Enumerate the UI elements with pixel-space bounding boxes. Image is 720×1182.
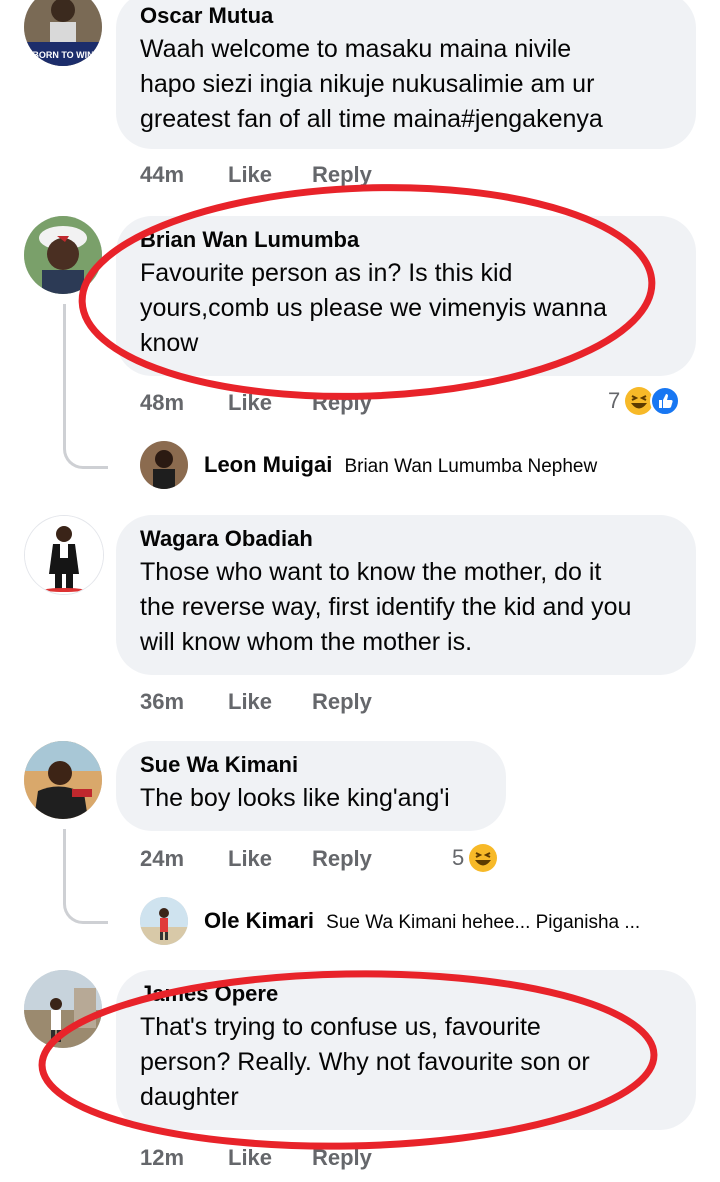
comment-text: Those who want to know the mother, do it… — [140, 555, 672, 660]
comment-line: person? Really. Why not favourite son or — [140, 1048, 590, 1076]
comment-bubble-brian-wan-lumumba: Brian Wan Lumumba Favourite person as in… — [116, 216, 696, 376]
reply-text: Sue Wa Kimani hehee... Piganisha ... — [326, 912, 641, 933]
comment-bubble-sue-wa-kimani: Sue Wa Kimani The boy looks like king'an… — [116, 741, 506, 831]
comment-author[interactable]: Oscar Mutua — [140, 2, 672, 30]
comment-bubble-oscar-mutua: Oscar Mutua Waah welcome to masaku maina… — [116, 0, 696, 149]
reply-preview-leon-muigai[interactable]: Leon Muigai Brian Wan Lumumba Nephew — [204, 450, 597, 480]
reply-button[interactable]: Reply — [312, 388, 372, 418]
avatar-james-opere[interactable] — [24, 970, 102, 1048]
comment-line: The boy looks like king'ang'i — [140, 784, 450, 812]
reply-button[interactable]: Reply — [312, 844, 372, 874]
like-icon — [650, 386, 681, 416]
reply-button[interactable]: Reply — [312, 1143, 372, 1173]
comment-line: the reverse way, first identify the kid … — [140, 593, 632, 621]
reply-preview-ole-kimari[interactable]: Ole Kimari Sue Wa Kimani hehee... Pigani… — [204, 906, 640, 936]
avatar-sue-wa-kimani[interactable] — [24, 741, 102, 819]
comment-line: yours,comb us please we vimenyis wanna — [140, 294, 607, 322]
comment-timestamp[interactable]: 36m — [140, 687, 184, 717]
like-button[interactable]: Like — [228, 160, 272, 190]
avatar-ole-kimari[interactable] — [140, 897, 188, 945]
reply-button[interactable]: Reply — [312, 687, 372, 717]
comment-timestamp[interactable]: 24m — [140, 844, 184, 874]
reaction-count: 7 — [608, 388, 621, 413]
reaction-summary[interactable]: 5 — [452, 841, 498, 875]
comment-line: will know whom the mother is. — [140, 628, 473, 656]
comment-line: greatest fan of all time maina#jengakeny… — [140, 105, 603, 133]
reply-thread-line — [63, 304, 108, 469]
comment-author[interactable]: Wagara Obadiah — [140, 525, 672, 553]
avatar-brian-wan-lumumba[interactable] — [24, 216, 102, 294]
like-button[interactable]: Like — [228, 844, 272, 874]
reply-author: Leon Muigai — [204, 452, 333, 477]
avatar-leon-muigai[interactable] — [140, 441, 188, 489]
comment-author[interactable]: Brian Wan Lumumba — [140, 226, 672, 254]
comment-text: That's trying to confuse us, favourite p… — [140, 1010, 672, 1115]
reply-button[interactable]: Reply — [312, 160, 372, 190]
avatar-oscar-mutua[interactable]: BORN TO WIN — [24, 0, 102, 66]
like-button[interactable]: Like — [228, 388, 272, 418]
comment-timestamp[interactable]: 48m — [140, 388, 184, 418]
comment-author[interactable]: Sue Wa Kimani — [140, 751, 482, 779]
comment-actions: 24m Like Reply — [140, 844, 440, 874]
reaction-count: 5 — [452, 845, 465, 870]
comment-line: know — [140, 329, 199, 357]
comment-actions: 48m Like Reply — [140, 388, 440, 418]
comment-bubble-james-opere: James Opere That's trying to confuse us,… — [116, 970, 696, 1130]
comment-actions: 12m Like Reply — [140, 1143, 440, 1173]
comment-bubble-wagara-obadiah: Wagara Obadiah Those who want to know th… — [116, 515, 696, 675]
comment-text: Waah welcome to masaku maina nivile hapo… — [140, 32, 672, 137]
comment-timestamp[interactable]: 44m — [140, 160, 184, 190]
avatar-oscar-text: BORN TO WIN — [32, 50, 93, 60]
like-button[interactable]: Like — [228, 1143, 272, 1173]
comment-actions: 44m Like Reply — [140, 160, 440, 190]
comment-line: Waah welcome to masaku maina nivile — [140, 35, 572, 63]
comment-text: Favourite person as in? Is this kid your… — [140, 256, 672, 361]
comment-author[interactable]: James Opere — [140, 980, 672, 1008]
comment-actions: 36m Like Reply — [140, 687, 440, 717]
like-button[interactable]: Like — [228, 687, 272, 717]
comment-timestamp[interactable]: 12m — [140, 1143, 184, 1173]
comment-line: daughter — [140, 1083, 239, 1111]
comment-line: That's trying to confuse us, favourite — [140, 1013, 541, 1041]
reply-author: Ole Kimari — [204, 908, 315, 933]
reply-text: Brian Wan Lumumba Nephew — [344, 456, 598, 477]
avatar-wagara-obadiah[interactable] — [24, 515, 104, 595]
haha-icon — [469, 844, 498, 872]
reply-thread-line — [63, 829, 108, 924]
comment-text: The boy looks like king'ang'i — [140, 781, 482, 816]
comment-line: Those who want to know the mother, do it — [140, 558, 602, 586]
comment-line: Favourite person as in? Is this kid — [140, 259, 513, 287]
comment-line: hapo siezi ingia nikuje nukusalimie am u… — [140, 70, 595, 98]
reaction-summary[interactable]: 7 — [608, 384, 681, 418]
